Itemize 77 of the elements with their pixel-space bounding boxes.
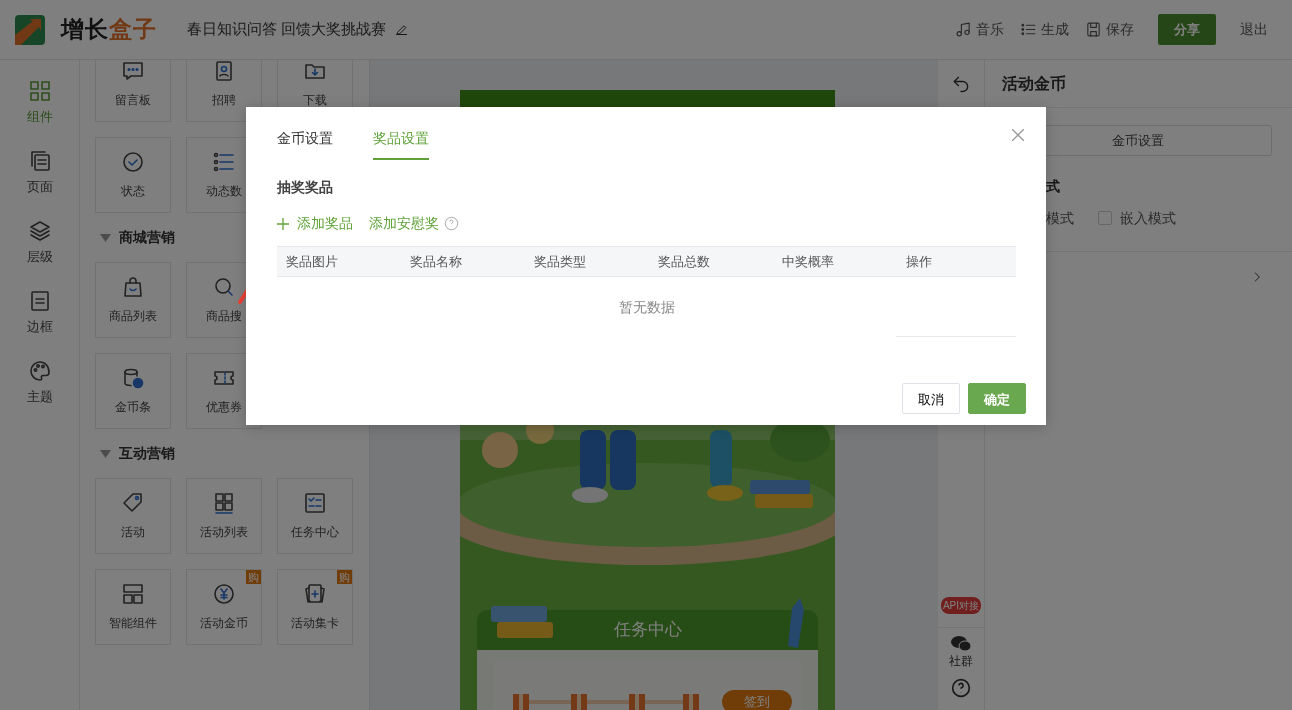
component-tile[interactable]: 活动集卡 购: [277, 569, 353, 645]
toolbar-button[interactable]: 保存: [1085, 19, 1134, 40]
coin-stack-icon: [121, 366, 145, 390]
sidebar-tab[interactable]: 组件: [0, 78, 79, 148]
chat-icon: [121, 60, 145, 83]
help-icon[interactable]: [444, 216, 459, 231]
yen-coin-icon: [212, 582, 236, 606]
dialog-tab[interactable]: 奖品设置: [373, 128, 429, 160]
component-tile[interactable]: 任务中心: [277, 478, 353, 554]
palette-icon: [27, 359, 52, 383]
empty-text: 暂无数据: [618, 298, 675, 317]
component-tile[interactable]: 商品列表: [95, 262, 171, 338]
component-tile[interactable]: 智能组件: [95, 569, 171, 645]
shopping-bag-icon: [121, 275, 145, 299]
column-header: 奖品图片: [286, 252, 339, 271]
chat-bubbles-icon: [951, 636, 971, 652]
component-tile[interactable]: 招聘: [186, 60, 262, 122]
column-header: 奖品类型: [534, 252, 587, 271]
plus-icon: [277, 217, 289, 230]
mode-option[interactable]: 模式: [1046, 207, 1074, 229]
tag-icon: [121, 491, 145, 515]
add-consolation-link[interactable]: 添加安慰奖: [369, 213, 439, 234]
save-icon: [1085, 21, 1102, 38]
cards-icon: [303, 582, 327, 606]
section-title: 任务中心: [613, 619, 682, 642]
grid-icon: [212, 491, 236, 515]
data-list-icon: [212, 150, 236, 174]
component-tile[interactable]: 活动金币 购: [186, 569, 262, 645]
ok-button[interactable]: 确定: [968, 383, 1026, 414]
component-tile[interactable]: 活动: [95, 478, 171, 554]
panel-title: 活动金币: [1002, 73, 1066, 94]
section-heading: 商城营销: [119, 228, 175, 247]
layout-icon: [121, 582, 145, 606]
mode-heading: 式: [1046, 178, 1060, 194]
component-tile[interactable]: 留言板: [95, 60, 171, 122]
sidebar-tab[interactable]: 层级: [0, 218, 79, 288]
component-tile[interactable]: 金币条: [95, 353, 171, 429]
checklist-icon: [303, 491, 327, 515]
logo-icon: [15, 14, 45, 45]
collapse-triangle-icon[interactable]: [100, 449, 111, 458]
project-title: 春日知识问答 回馈大奖挑战赛: [187, 19, 387, 40]
purchase-badge: 购: [246, 570, 261, 584]
collapse-triangle-icon[interactable]: [100, 233, 111, 242]
close-icon[interactable]: [1012, 129, 1024, 141]
api-badge[interactable]: API对接: [940, 597, 982, 614]
grid-icon: [27, 79, 52, 103]
section-heading: 互动营销: [119, 444, 175, 463]
check-circle-icon: [121, 150, 145, 174]
column-header: 中奖概率: [782, 252, 835, 271]
toolbar-button[interactable]: 生成: [1020, 19, 1069, 40]
column-header: 奖品名称: [410, 252, 463, 271]
add-prize-link[interactable]: 添加奖品: [277, 213, 353, 234]
dialog-tab[interactable]: 金币设置: [277, 128, 333, 160]
search-icon: [212, 275, 236, 299]
music-note-icon: [955, 21, 972, 38]
sidebar-tab[interactable]: 边框: [0, 288, 79, 358]
sidebar-tab[interactable]: 页面: [0, 148, 79, 218]
mode-option[interactable]: 嵌入模式: [1098, 207, 1176, 229]
layers-icon: [27, 219, 52, 243]
column-header: 奖品总数: [658, 252, 711, 271]
exit-link[interactable]: 退出: [1240, 19, 1268, 40]
component-tile[interactable]: 活动列表: [186, 478, 262, 554]
component-tile[interactable]: 状态: [95, 137, 171, 213]
sidebar-tab[interactable]: 主题: [0, 358, 79, 428]
help-icon[interactable]: [951, 678, 971, 698]
checkbox[interactable]: [1098, 211, 1112, 225]
section-heading: 抽奖奖品: [277, 178, 333, 197]
community-button[interactable]: 社群: [949, 636, 973, 670]
checkin-button[interactable]: 签到: [722, 690, 792, 710]
share-button[interactable]: 分享: [1158, 14, 1216, 45]
edit-icon: [394, 22, 410, 37]
cancel-button[interactable]: 取消: [902, 383, 960, 414]
toolbar-button[interactable]: 音乐: [955, 19, 1004, 40]
list-icon: [1020, 21, 1037, 38]
column-header: 操作: [906, 252, 933, 271]
logo-text: 增长盒子: [61, 15, 157, 45]
purchase-badge: 购: [337, 570, 352, 584]
